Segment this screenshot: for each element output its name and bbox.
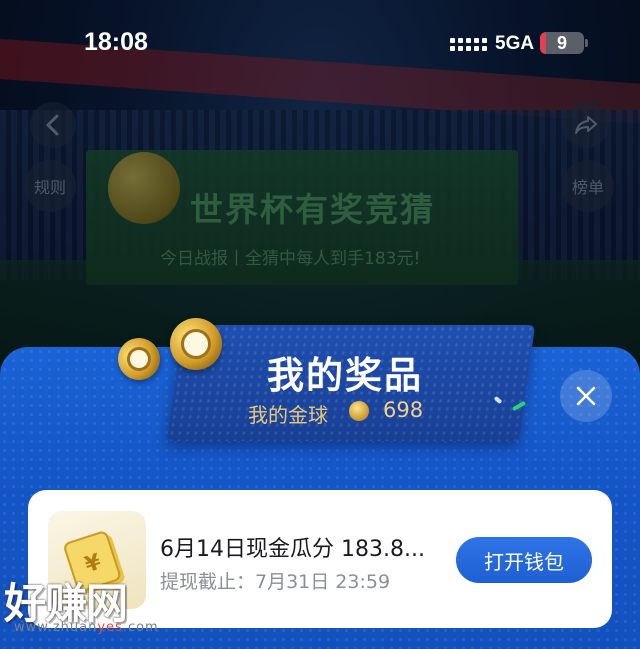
battery-icon: 9 [540,32,584,54]
status-time: 18:08 [84,28,148,56]
open-wallet-button[interactable]: 打开钱包 [456,537,592,583]
sheet-title: 我的奖品 [267,354,423,397]
gold-balls-label: 我的金球 [248,403,328,427]
cellular-signal-icon [450,38,487,51]
watermark-url-prefix: www.zhuan [14,620,98,635]
close-icon [576,386,596,406]
close-button[interactable] [560,370,612,422]
gold-balls-count: 698 [383,398,424,422]
gold-coin-icon [170,318,222,370]
prize-deadline: 提现截止：7月31日 23:59 [160,571,391,593]
watermark-url: www.zhuanyes.com [14,620,159,635]
open-wallet-label: 打开钱包 [484,549,564,574]
network-type: 5GA [495,33,535,54]
soccer-ball-small-icon [123,343,155,375]
gold-ball-icon [349,401,369,421]
watermark-url-highlight: yes [97,620,123,635]
prize-title: 6月14日现金瓜分 183.8... [160,537,425,562]
battery-nub [585,39,588,47]
battery-level: 9 [556,32,567,53]
soccer-ball-icon [181,329,211,359]
watermark-url-suffix: .com [122,620,159,635]
